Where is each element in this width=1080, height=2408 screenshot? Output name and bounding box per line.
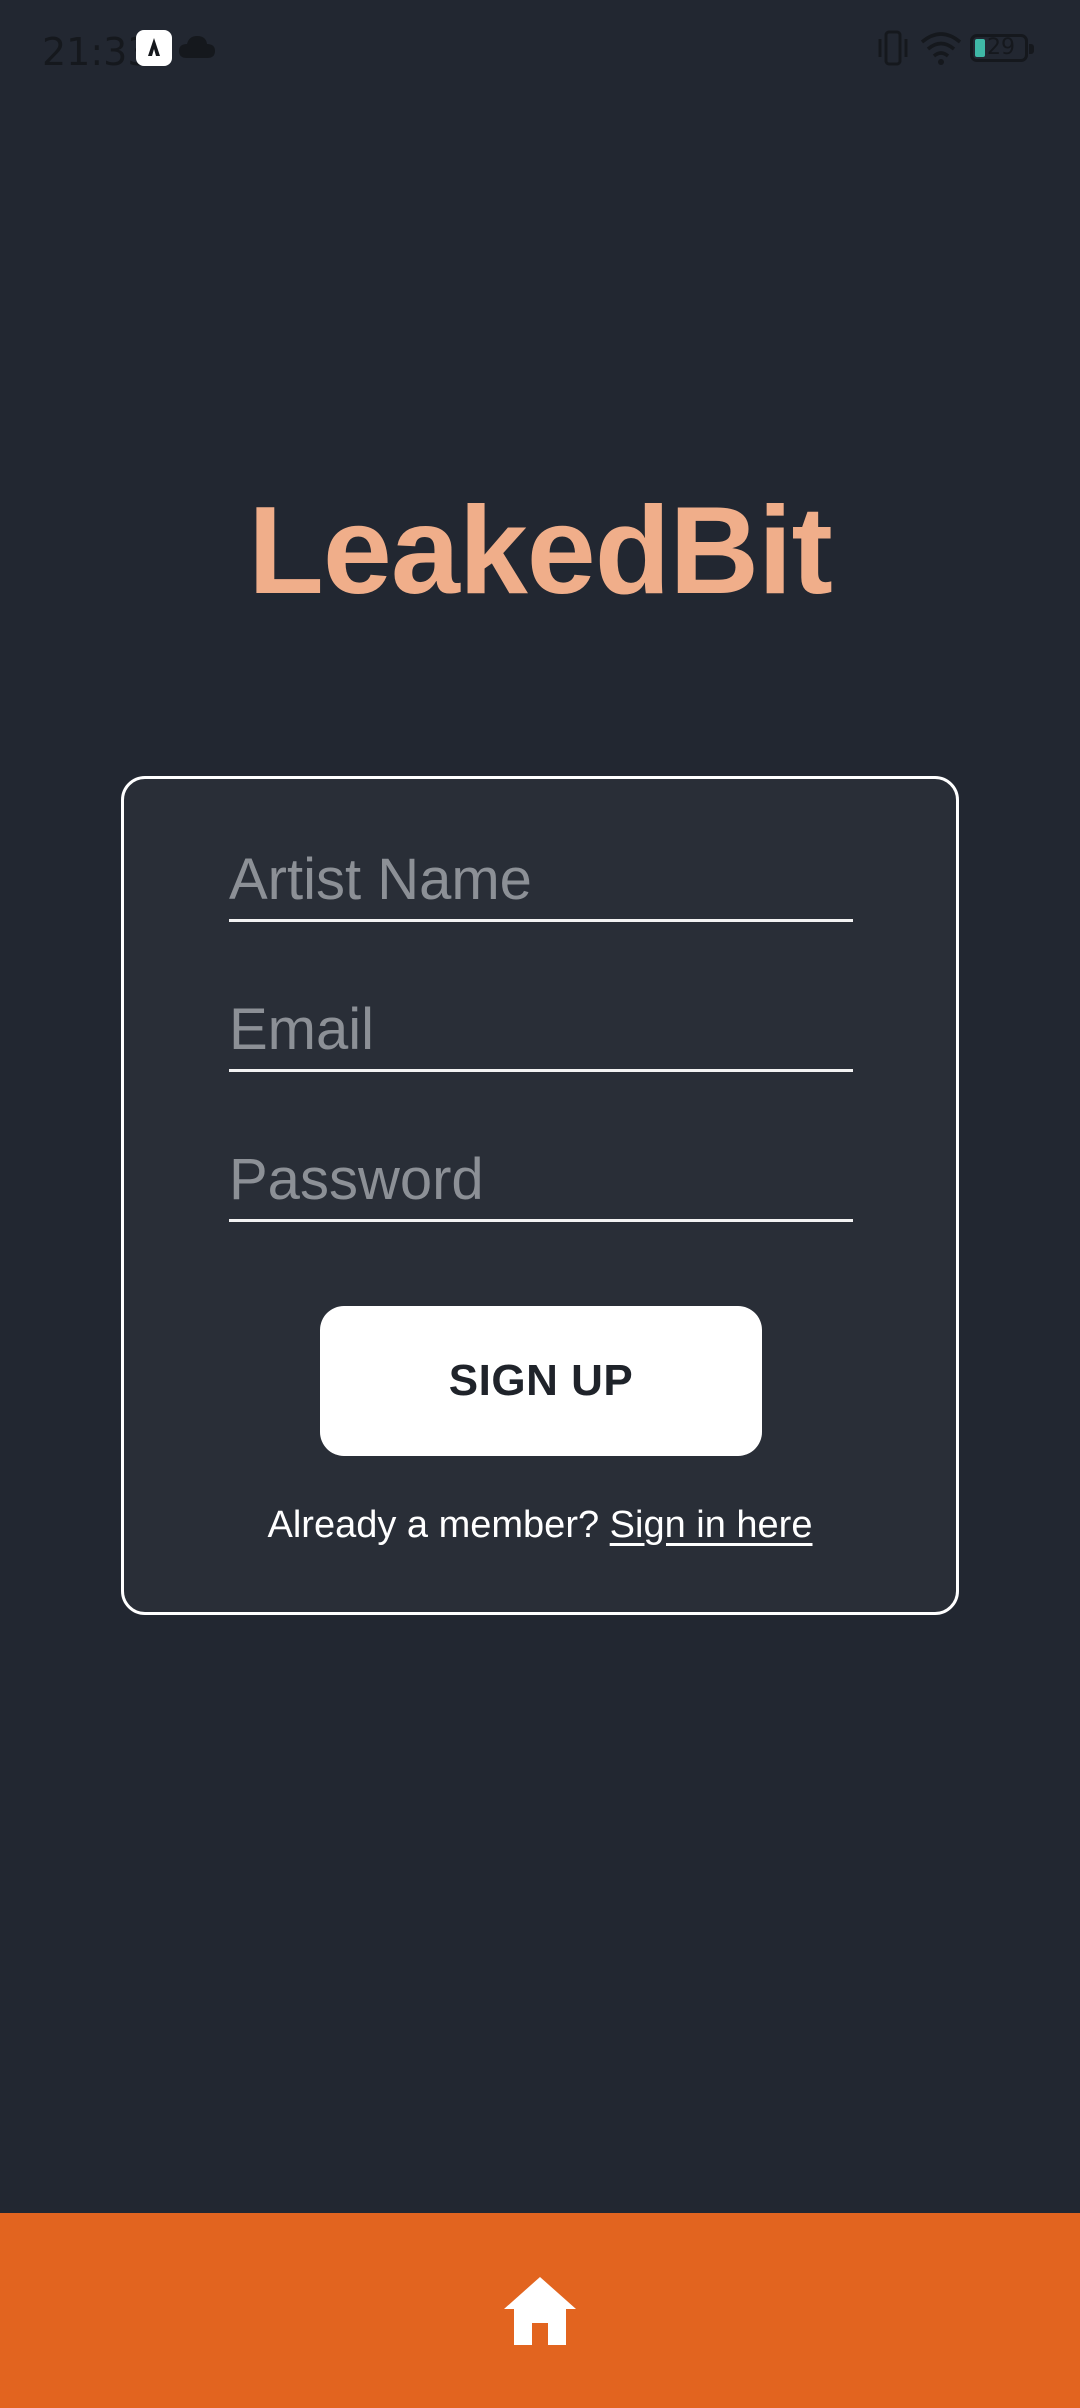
app-notification-icon bbox=[136, 30, 172, 66]
battery-level: 29 bbox=[987, 35, 1015, 60]
password-input[interactable] bbox=[229, 1146, 853, 1213]
email-field bbox=[229, 989, 853, 1072]
member-prompt-line: Already a member? Sign in here bbox=[124, 1504, 956, 1547]
bottom-nav-bar bbox=[0, 2213, 1080, 2408]
artist-name-field bbox=[229, 839, 853, 922]
home-icon[interactable] bbox=[502, 2273, 578, 2349]
app-title: LeakedBit bbox=[248, 482, 833, 620]
cloud-icon bbox=[178, 34, 216, 65]
member-prompt-text: Already a member? bbox=[267, 1504, 610, 1546]
status-bar: 21:33 29 bbox=[0, 0, 1080, 100]
signin-link[interactable]: Sign in here bbox=[610, 1504, 813, 1546]
artist-name-input[interactable] bbox=[229, 846, 853, 913]
wifi-icon bbox=[920, 30, 962, 71]
signup-card: SIGN UP Already a member? Sign in here bbox=[121, 776, 959, 1615]
vibrate-icon bbox=[876, 30, 910, 71]
signup-button[interactable]: SIGN UP bbox=[320, 1306, 762, 1456]
email-input[interactable] bbox=[229, 996, 853, 1063]
password-field bbox=[229, 1139, 853, 1222]
battery-icon: 29 bbox=[970, 34, 1034, 62]
